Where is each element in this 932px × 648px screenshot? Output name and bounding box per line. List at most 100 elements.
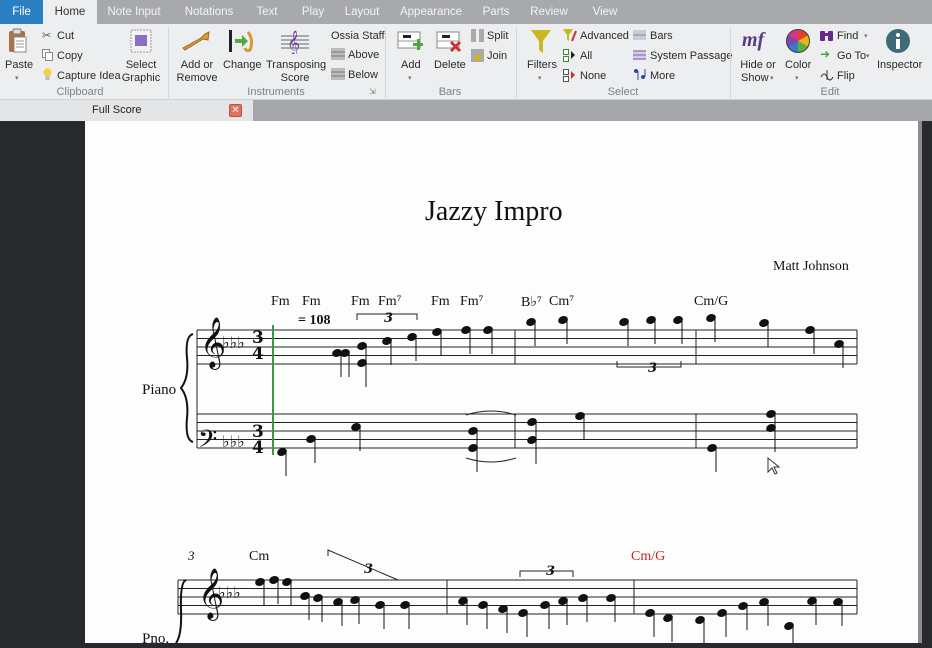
lightbulb-icon: [43, 68, 52, 80]
group-label-clipboard: Clipboard: [56, 86, 104, 98]
chevron-down-icon: ▾: [864, 33, 868, 40]
flip-icon: [820, 70, 834, 81]
bar-number: 3: [188, 548, 195, 563]
transposing-score-icon: 𝄞: [281, 30, 309, 54]
capture-idea-label: Capture Idea: [57, 70, 121, 82]
tab-text[interactable]: Text: [252, 0, 282, 24]
tab-appearance[interactable]: Appearance: [398, 0, 464, 24]
scissors-icon: ✂: [42, 30, 52, 42]
filters-label: Filters: [527, 59, 557, 71]
score-title[interactable]: Jazzy Impro: [425, 196, 563, 228]
page-edge: [918, 121, 922, 643]
delete-bar-icon: [436, 31, 462, 53]
chord-symbol[interactable]: Fm: [431, 294, 450, 310]
divider: [168, 28, 169, 98]
tab-home[interactable]: Home: [43, 0, 97, 24]
add-bar-label: Add: [401, 59, 421, 71]
composer[interactable]: Matt Johnson: [773, 259, 849, 275]
paste-icon: [9, 28, 27, 53]
group-label-edit: Edit: [820, 86, 840, 98]
below-label: Below: [348, 69, 378, 81]
change-instrument-icon: [229, 30, 254, 53]
ribbon-tab-bar: File Home Note Input Notations Text Play…: [0, 0, 932, 24]
all-label: All: [580, 50, 593, 62]
chord-symbol[interactable]: Fm: [351, 294, 370, 310]
arrow-right-icon: ➜: [820, 47, 831, 61]
select-graphic-label: Select: [125, 59, 157, 71]
split-label: Split: [487, 30, 509, 42]
ossia-above-icon: [331, 48, 345, 60]
ribbon-home: Paste ▾ ✂ Cut Copy Capture Idea Select Gr…: [0, 24, 932, 100]
advanced-filter-icon: [563, 29, 577, 42]
add-remove-label: Add or: [180, 59, 214, 71]
group-label-bars: Bars: [438, 86, 462, 98]
paste-label: Paste: [5, 59, 34, 71]
system-passage-label: System Passage: [650, 50, 733, 62]
chord-symbol-selected[interactable]: Cm/G: [631, 549, 665, 565]
group-label-select: Select: [607, 86, 639, 98]
inspector-label: Inspector: [877, 59, 923, 71]
binoculars-icon: [820, 31, 833, 41]
divider: [516, 28, 517, 98]
select-none-icon: [563, 69, 575, 82]
cut-label: Cut: [57, 30, 75, 42]
chord-symbol[interactable]: Cm/G: [694, 294, 728, 310]
tab-notations[interactable]: Notations: [178, 0, 240, 24]
chord-symbol[interactable]: Fm: [271, 294, 290, 310]
add-bar-icon: [397, 31, 423, 50]
join-label: Join: [487, 50, 508, 62]
dialog-launcher-icon[interactable]: ⇲: [369, 87, 376, 96]
transposing-label: Transposing: [266, 59, 327, 71]
tempo-marking[interactable]: = 108: [298, 313, 330, 329]
chord-symbol[interactable]: Cm⁷: [549, 294, 574, 310]
svg-text:𝄞: 𝄞: [287, 30, 300, 54]
copy-icon: [42, 49, 53, 61]
tab-parts[interactable]: Parts: [479, 0, 513, 24]
tab-note-input[interactable]: Note Input: [101, 0, 167, 24]
trumpet-icon: [182, 31, 210, 51]
join-icon: [471, 49, 484, 62]
chevron-down-icon: ▾: [866, 53, 870, 60]
hide-show-icon: mf: [742, 29, 765, 51]
delete-bar-label: Delete: [434, 59, 466, 71]
info-icon: [886, 29, 910, 53]
transposing-label-2: Score: [280, 72, 310, 84]
tab-play[interactable]: Play: [297, 0, 329, 24]
flip-label: Flip: [837, 70, 855, 82]
bars-icon: [633, 30, 646, 40]
document-tab-label: Full Score: [92, 104, 142, 116]
advanced-label: Advanced: [580, 30, 629, 42]
tab-review[interactable]: Review: [528, 0, 570, 24]
select-graphic-icon: [130, 29, 152, 53]
copy-label: Copy: [57, 50, 83, 62]
chevron-down-icon: ▾: [15, 75, 19, 82]
chord-symbol[interactable]: Cm: [249, 549, 269, 565]
hide-show-label: Hide or: [740, 59, 776, 71]
tab-view[interactable]: View: [587, 0, 623, 24]
document-tab-full-score[interactable]: Full Score ✕: [0, 100, 253, 121]
change-label: Change: [223, 59, 262, 71]
instrument-short-name[interactable]: Pno.: [142, 631, 169, 648]
tab-layout[interactable]: Layout: [340, 0, 384, 24]
none-label: None: [580, 70, 607, 82]
chevron-down-icon: ▾: [795, 75, 799, 82]
chord-symbol[interactable]: Fm⁷: [378, 294, 402, 310]
divider: [385, 28, 386, 98]
system-passage-icon: [633, 50, 646, 60]
more-select-icon: [634, 69, 646, 80]
tab-file[interactable]: File: [0, 0, 43, 24]
more-label: More: [650, 70, 676, 82]
select-all-icon: [563, 49, 575, 62]
chord-symbol[interactable]: Fm⁷: [460, 294, 484, 310]
divider: [730, 28, 731, 98]
chevron-down-icon: ▾: [770, 75, 774, 82]
instrument-name[interactable]: Piano: [142, 382, 176, 399]
group-label-instruments: Instruments: [247, 86, 305, 98]
color-wheel-icon: [786, 29, 810, 53]
chord-symbol[interactable]: Fm: [302, 294, 321, 310]
chevron-down-icon: ▾: [538, 75, 542, 82]
close-icon[interactable]: ✕: [229, 104, 242, 117]
filter-funnel-icon: [531, 30, 551, 53]
chord-symbol[interactable]: B♭⁷: [521, 294, 542, 311]
ossia-staff-label: Ossia Staff: [331, 30, 385, 42]
